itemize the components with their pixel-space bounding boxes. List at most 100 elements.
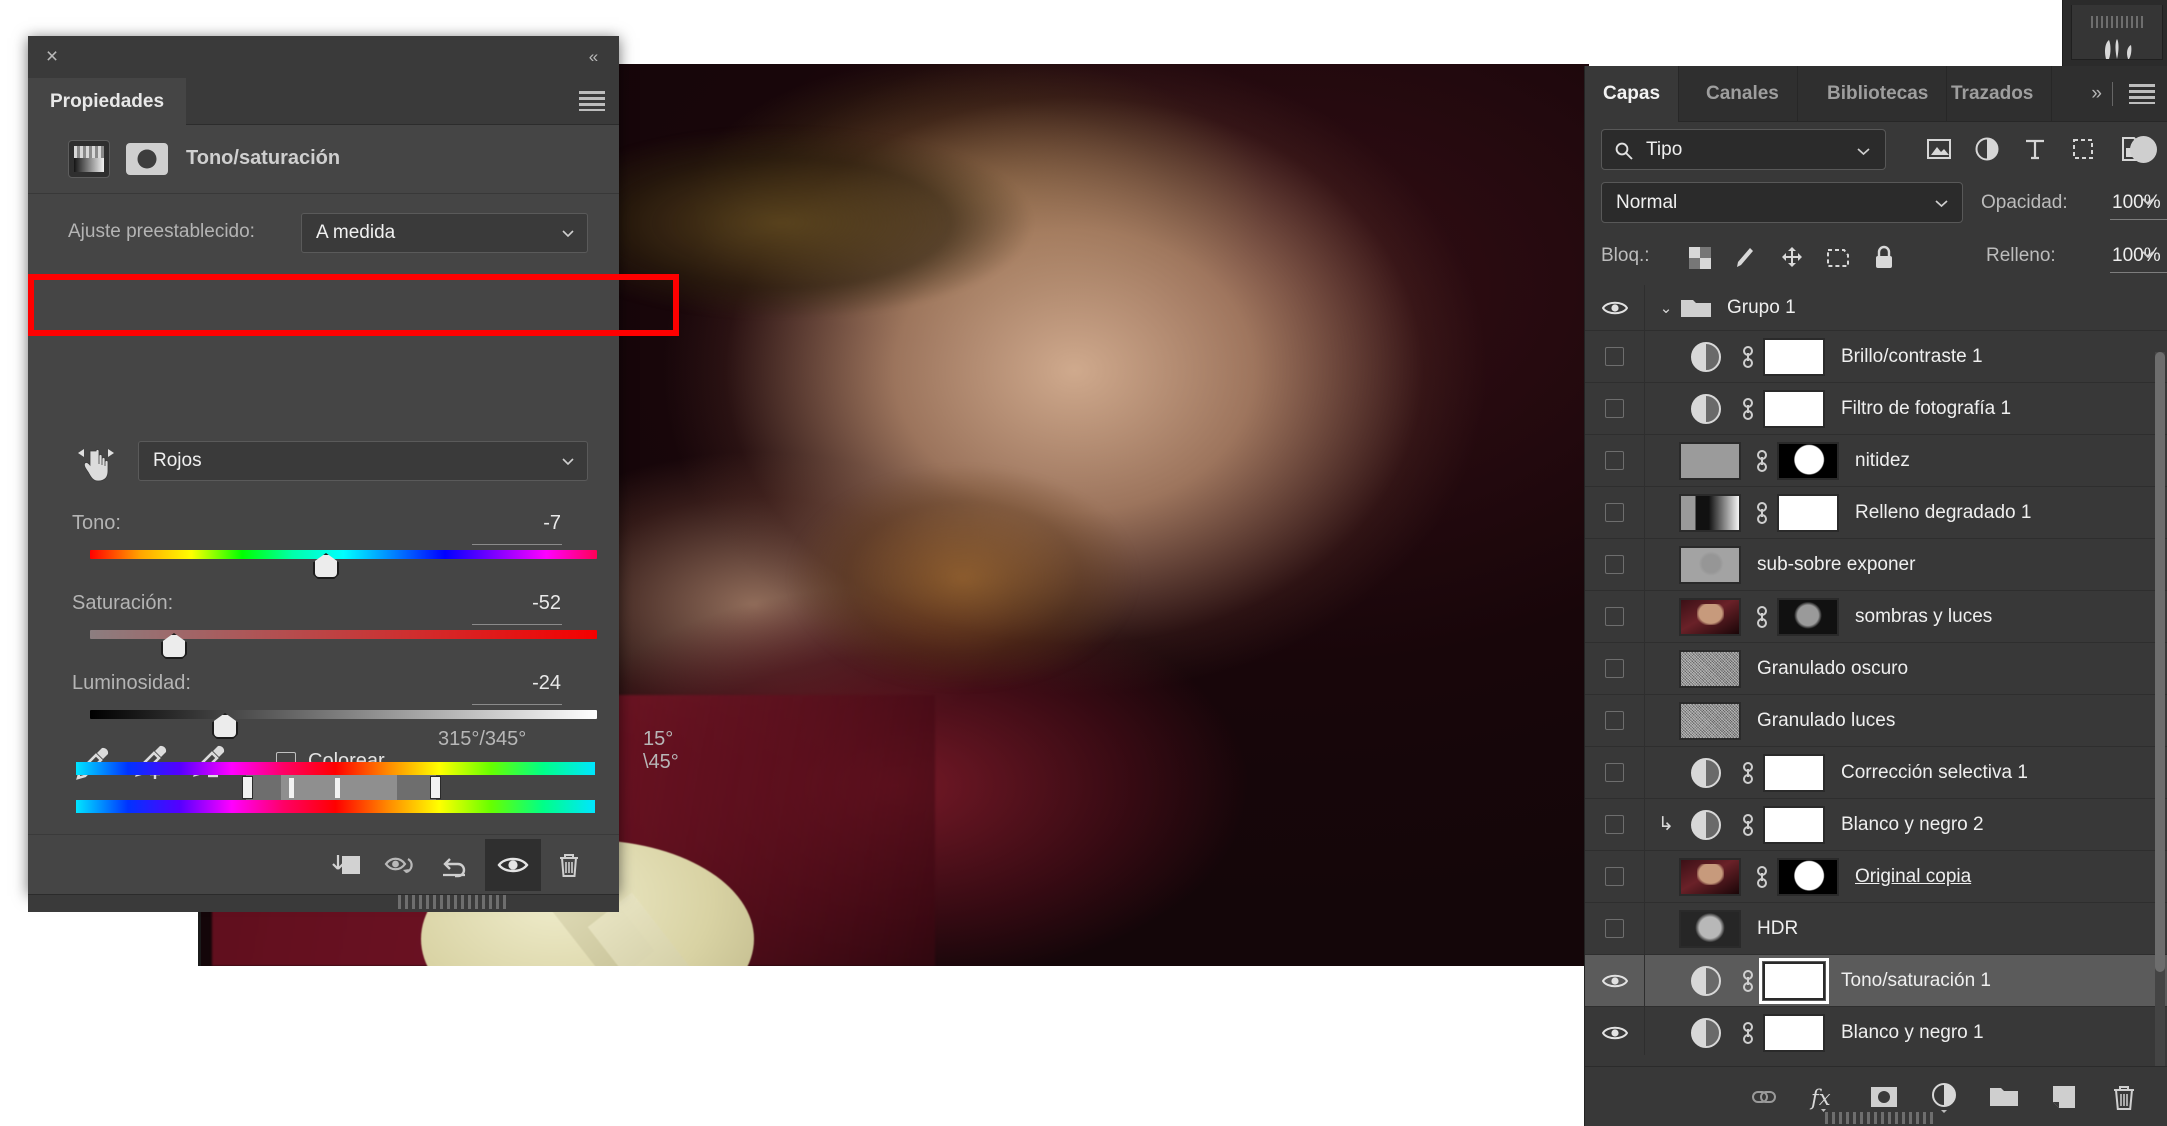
layer-mask-thumbnail[interactable] (1763, 337, 1825, 376)
layer-visibility-toggle[interactable] (1585, 902, 1645, 955)
layer-row[interactable]: HDR (1585, 902, 2167, 955)
slider-track-saturation[interactable] (90, 630, 597, 639)
layers-resize-grip[interactable] (1825, 1112, 1935, 1124)
layer-visibility-toggle[interactable] (1585, 694, 1645, 747)
lock-position-icon[interactable] (1769, 239, 1815, 277)
adjustment-thumbnail[interactable] (1679, 757, 1733, 788)
layer-mask-thumbnail[interactable] (1759, 957, 1829, 1004)
layer-visibility-toggle[interactable] (1585, 590, 1645, 643)
tab-propiedades[interactable]: Propiedades (28, 78, 187, 125)
pixel-layer-filter-icon[interactable] (1915, 130, 1963, 168)
lock-transparency-icon[interactable] (1677, 239, 1723, 277)
tab-trazados[interactable]: Trazados (1933, 66, 2053, 122)
lock-all-icon[interactable] (1861, 239, 1907, 277)
slider-value[interactable]: -7 (469, 512, 561, 535)
layer-mask-thumbnail[interactable] (1763, 1013, 1825, 1052)
delete-adjustment-button[interactable] (541, 839, 597, 891)
layer-thumbnail[interactable] (1679, 545, 1741, 584)
layer-row[interactable]: Original copia (1585, 850, 2167, 903)
layer-link-icon[interactable] (1747, 602, 1777, 632)
properties-panel-menu-icon[interactable] (579, 91, 605, 111)
toggle-previous-state-button[interactable] (373, 839, 429, 891)
layer-visibility-toggle[interactable] (1585, 954, 1645, 1007)
layer-link-icon[interactable] (1747, 862, 1777, 892)
layer-row[interactable]: Relleno degradado 1 (1585, 486, 2167, 539)
layer-thumbnail[interactable] (1679, 441, 1741, 480)
slider-value[interactable]: -24 (469, 672, 561, 695)
lock-image-pixels-icon[interactable] (1723, 239, 1769, 277)
layer-link-icon[interactable] (1733, 1018, 1763, 1048)
layer-mask-thumbnail[interactable] (1777, 857, 1839, 896)
layer-mask-thumbnail[interactable] (1763, 389, 1825, 428)
layer-link-icon[interactable] (1733, 810, 1763, 840)
layer-visibility-toggle[interactable] (1585, 850, 1645, 903)
new-group-button[interactable] (1974, 1070, 2034, 1124)
layer-row[interactable]: Filtro de fotografía 1 (1585, 382, 2167, 435)
tab-capas[interactable]: Capas (1585, 66, 1680, 122)
layer-row[interactable]: ↳ Blanco y negro 2 (1585, 798, 2167, 851)
adjustment-thumbnail[interactable] (1679, 809, 1733, 840)
layer-link-icon[interactable] (1747, 446, 1777, 476)
layer-mask-thumbnail[interactable] (1777, 441, 1839, 480)
layer-link-icon[interactable] (1747, 498, 1777, 528)
layer-thumbnail[interactable] (1679, 493, 1741, 532)
layers-panel-menu-icon[interactable] (2129, 84, 2155, 104)
layer-visibility-toggle[interactable] (1585, 798, 1645, 851)
layers-scrollbar[interactable] (2155, 352, 2165, 1112)
chevron-down-icon[interactable]: ⌄ (1653, 299, 1679, 317)
layer-link-icon[interactable] (1733, 966, 1763, 996)
adjustment-thumbnail[interactable] (1679, 965, 1733, 996)
layer-row[interactable]: sombras y luces (1585, 590, 2167, 643)
new-layer-button[interactable] (2034, 1070, 2094, 1124)
layer-thumbnail[interactable] (1679, 597, 1741, 636)
filter-toggle-icon[interactable] (2130, 136, 2157, 163)
group-visibility-toggle[interactable] (1585, 285, 1645, 334)
layer-thumbnail[interactable] (1679, 857, 1741, 896)
tab-canales[interactable]: Canales (1688, 66, 1798, 122)
resize-grip[interactable] (398, 895, 508, 909)
layer-mask-thumbnail[interactable] (1777, 493, 1839, 532)
collapse-icon[interactable]: « (581, 46, 605, 68)
layer-visibility-toggle[interactable] (1585, 1006, 1645, 1055)
layer-visibility-toggle[interactable] (1585, 538, 1645, 591)
tab-bibliotecas[interactable]: Bibliotecas (1809, 66, 1948, 122)
slider-track-lightness[interactable] (90, 710, 597, 719)
chevron-down-icon[interactable] (2141, 247, 2155, 261)
layer-visibility-toggle[interactable] (1585, 746, 1645, 799)
layer-mask-thumbnail[interactable] (1777, 597, 1839, 636)
filter-type-select[interactable]: Tipo (1601, 129, 1886, 170)
layer-group-row[interactable]: ⌄ Grupo 1 (1585, 285, 2167, 334)
layer-row[interactable]: Blanco y negro 1 (1585, 1006, 2167, 1055)
adjustment-thumbnail[interactable] (1679, 1017, 1733, 1048)
close-icon[interactable]: × (40, 45, 64, 69)
layer-mask-thumbnail-icon[interactable] (126, 143, 168, 175)
layer-link-icon[interactable] (1733, 342, 1763, 372)
layer-thumbnail[interactable] (1679, 909, 1741, 948)
reset-button[interactable] (429, 839, 485, 891)
layer-row[interactable]: Tono/saturación 1 (1585, 954, 2167, 1007)
color-range-select[interactable]: Rojos (138, 441, 588, 481)
layer-row[interactable]: Granulado luces (1585, 694, 2167, 747)
layer-visibility-toggle[interactable] (1585, 382, 1645, 435)
delete-layer-button[interactable] (2094, 1070, 2154, 1124)
blend-mode-select[interactable]: Normal (1601, 182, 1963, 223)
more-tabs-icon[interactable]: » (2091, 83, 2102, 105)
preset-select[interactable]: A medida (301, 213, 588, 253)
layer-row[interactable]: nitidez (1585, 434, 2167, 487)
scrollbar-thumb[interactable] (2155, 352, 2165, 972)
layer-visibility-toggle[interactable] (1585, 330, 1645, 383)
on-image-adjustment-hand-icon[interactable] (76, 443, 116, 485)
adjustment-thumbnail[interactable] (1679, 393, 1733, 424)
clip-to-layer-button[interactable] (317, 839, 373, 891)
layer-visibility-toggle[interactable] (1585, 642, 1645, 695)
layer-thumbnail[interactable] (1679, 701, 1741, 740)
lock-artboard-icon[interactable] (1815, 239, 1861, 277)
layer-visibility-toggle[interactable] (1585, 434, 1645, 487)
shape-layer-filter-icon[interactable] (2059, 130, 2107, 168)
layer-mask-thumbnail[interactable] (1763, 805, 1825, 844)
toggle-visibility-button[interactable] (485, 838, 541, 891)
layer-visibility-toggle[interactable] (1585, 486, 1645, 539)
layer-link-icon[interactable] (1733, 394, 1763, 424)
layer-row[interactable]: Brillo/contraste 1 (1585, 330, 2167, 383)
chevron-down-icon[interactable] (2141, 194, 2155, 208)
